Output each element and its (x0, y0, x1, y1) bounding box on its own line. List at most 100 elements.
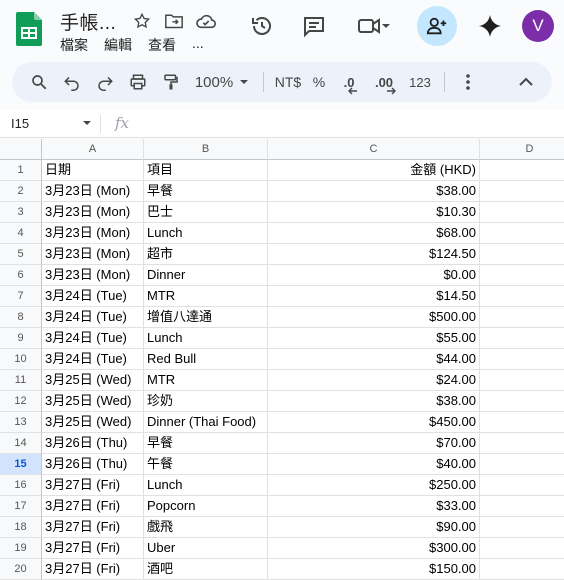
cell-amount[interactable]: $124.50 (268, 244, 480, 265)
meet-button[interactable] (352, 6, 396, 46)
cell-amount[interactable]: $250.00 (268, 475, 480, 496)
cell-amount[interactable]: $33.00 (268, 496, 480, 517)
cell-item[interactable]: 戲飛 (144, 517, 268, 538)
cell-amount[interactable]: $450.00 (268, 412, 480, 433)
decrease-decimal-button[interactable]: .0 (332, 67, 366, 97)
row-header[interactable]: 12 (0, 391, 42, 412)
cell-empty[interactable] (480, 391, 564, 412)
cell-item[interactable]: 午餐 (144, 454, 268, 475)
sheets-logo-icon[interactable] (16, 12, 42, 46)
cell-empty[interactable] (480, 307, 564, 328)
column-header-a[interactable]: A (42, 139, 144, 160)
cell-amount[interactable]: $40.00 (268, 454, 480, 475)
cell-amount[interactable]: $38.00 (268, 391, 480, 412)
print-icon[interactable] (121, 67, 154, 97)
row-header[interactable]: 15 (0, 454, 42, 475)
menu-edit[interactable]: 編輯 (104, 35, 132, 55)
version-history-icon[interactable] (246, 6, 278, 46)
cell-amount[interactable]: $70.00 (268, 433, 480, 454)
cell-date[interactable]: 3月27日 (Fri) (42, 538, 144, 559)
cell-amount[interactable]: $68.00 (268, 223, 480, 244)
cell-empty[interactable] (480, 181, 564, 202)
cell-empty[interactable] (480, 286, 564, 307)
cell-date[interactable]: 3月24日 (Tue) (42, 286, 144, 307)
cell-amount[interactable]: $55.00 (268, 328, 480, 349)
cell-date[interactable]: 3月24日 (Tue) (42, 307, 144, 328)
cell-amount[interactable]: $500.00 (268, 307, 480, 328)
row-header[interactable]: 18 (0, 517, 42, 538)
cell-date[interactable]: 3月23日 (Mon) (42, 244, 144, 265)
cell-date[interactable]: 日期 (42, 160, 144, 181)
redo-icon[interactable] (88, 67, 121, 97)
cell-date[interactable]: 3月27日 (Fri) (42, 475, 144, 496)
cell-date[interactable]: 3月24日 (Tue) (42, 328, 144, 349)
cell-date[interactable]: 3月25日 (Wed) (42, 391, 144, 412)
cell-date[interactable]: 3月23日 (Mon) (42, 265, 144, 286)
cell-amount[interactable]: $0.00 (268, 265, 480, 286)
cell-item[interactable]: 早餐 (144, 181, 268, 202)
cell-amount[interactable]: $38.00 (268, 181, 480, 202)
move-folder-icon[interactable] (162, 10, 186, 32)
cell-date[interactable]: 3月25日 (Wed) (42, 412, 144, 433)
cell-empty[interactable] (480, 475, 564, 496)
cell-date[interactable]: 3月23日 (Mon) (42, 181, 144, 202)
name-box[interactable]: I15 (11, 116, 29, 131)
account-avatar[interactable]: V (522, 6, 554, 46)
cell-item[interactable]: 增值八達通 (144, 307, 268, 328)
cell-empty[interactable] (480, 244, 564, 265)
search-menus-icon[interactable] (22, 67, 55, 97)
cloud-saved-icon[interactable] (194, 10, 218, 32)
cell-item[interactable]: 酒吧 (144, 559, 268, 580)
row-header[interactable]: 8 (0, 307, 42, 328)
column-header-c[interactable]: C (268, 139, 480, 160)
cell-amount[interactable]: 金額 (HKD) (268, 160, 480, 181)
menu-more[interactable]: ... (192, 35, 204, 55)
cell-date[interactable]: 3月26日 (Thu) (42, 454, 144, 475)
cell-date[interactable]: 3月27日 (Fri) (42, 517, 144, 538)
cell-empty[interactable] (480, 496, 564, 517)
row-header[interactable]: 16 (0, 475, 42, 496)
cell-empty[interactable] (480, 160, 564, 181)
row-header[interactable]: 2 (0, 181, 42, 202)
cell-date[interactable]: 3月27日 (Fri) (42, 559, 144, 580)
cell-amount[interactable]: $300.00 (268, 538, 480, 559)
cell-item[interactable]: Lunch (144, 223, 268, 244)
row-header[interactable]: 6 (0, 265, 42, 286)
cell-item[interactable]: 項目 (144, 160, 268, 181)
cell-item[interactable]: Lunch (144, 475, 268, 496)
row-header[interactable]: 3 (0, 202, 42, 223)
cell-empty[interactable] (480, 538, 564, 559)
cell-item[interactable]: Popcorn (144, 496, 268, 517)
cell-item[interactable]: Red Bull (144, 349, 268, 370)
row-header[interactable]: 14 (0, 433, 42, 454)
cell-empty[interactable] (480, 349, 564, 370)
paint-format-icon[interactable] (154, 67, 187, 97)
cell-item[interactable]: 珍奶 (144, 391, 268, 412)
cell-item[interactable]: Uber (144, 538, 268, 559)
formula-input[interactable] (140, 116, 540, 132)
zoom-select[interactable]: 100% (187, 67, 257, 97)
cell-empty[interactable] (480, 328, 564, 349)
cell-empty[interactable] (480, 559, 564, 580)
row-header[interactable]: 1 (0, 160, 42, 181)
select-all-corner[interactable] (0, 139, 42, 160)
menu-file[interactable]: 檔案 (60, 35, 88, 55)
row-header[interactable]: 5 (0, 244, 42, 265)
cell-amount[interactable]: $90.00 (268, 517, 480, 538)
cell-amount[interactable]: $150.00 (268, 559, 480, 580)
cell-date[interactable]: 3月27日 (Fri) (42, 496, 144, 517)
cell-item[interactable]: MTR (144, 370, 268, 391)
more-options-icon[interactable] (451, 67, 484, 97)
row-header[interactable]: 9 (0, 328, 42, 349)
cell-date[interactable]: 3月25日 (Wed) (42, 370, 144, 391)
document-title[interactable]: 手帳... (60, 8, 116, 35)
cell-amount[interactable]: $10.30 (268, 202, 480, 223)
row-header[interactable]: 13 (0, 412, 42, 433)
cell-empty[interactable] (480, 517, 564, 538)
row-header[interactable]: 11 (0, 370, 42, 391)
cell-date[interactable]: 3月23日 (Mon) (42, 223, 144, 244)
number-format-button[interactable]: 123 (402, 67, 438, 97)
row-header[interactable]: 4 (0, 223, 42, 244)
currency-format-button[interactable]: NT$ (270, 67, 306, 97)
cell-empty[interactable] (480, 454, 564, 475)
